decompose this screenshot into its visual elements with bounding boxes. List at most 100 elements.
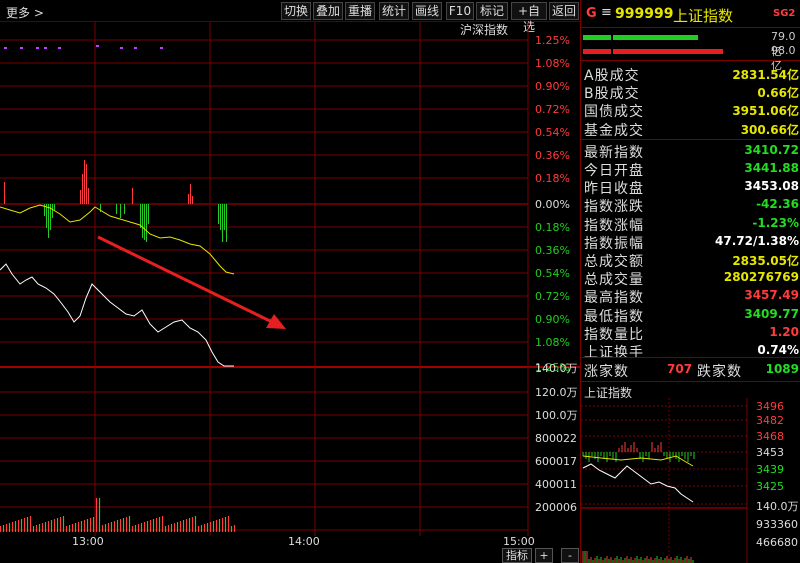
time-tick-label: 15:00 <box>503 535 535 548</box>
quote-row-label: 指数振幅 <box>584 235 644 252</box>
pct-tick-label: 0.36% <box>535 244 570 257</box>
mini-index-chart[interactable]: 34963482 3468 3453 3439 3425 140.0万 933360 4666… <box>581 398 800 563</box>
signal-dot <box>36 47 39 49</box>
signal-dot <box>120 47 123 49</box>
signal-dot <box>58 47 61 49</box>
time-tick-label: 14:00 <box>288 535 320 548</box>
statistics-button[interactable]: 统计 <box>379 2 409 20</box>
back-button[interactable]: 返回 <box>549 2 579 20</box>
pct-tick-label: 0.18% <box>535 221 570 234</box>
stock-code: 999999 <box>615 6 674 22</box>
pct-tick-label: 0.54% <box>535 126 570 139</box>
quote-row-label: 国债成交 <box>584 104 644 121</box>
more-link[interactable]: 更多 > <box>6 4 44 21</box>
signal-dot <box>160 47 163 49</box>
add-indicator-button[interactable]: + <box>535 548 553 563</box>
quote-row-value: 47.72/1.38% <box>715 233 799 248</box>
top-toolbar: 更多 > 切换 叠加 重播 统计 画线 F10 标记 +自选 返回 <box>0 0 580 34</box>
mini-price-label: 3496 <box>756 400 784 413</box>
remove-indicator-button[interactable]: - <box>561 548 579 563</box>
mark-button[interactable]: 标记 <box>476 2 508 20</box>
quote-row: 指数涨跌 -42.36 <box>581 196 800 216</box>
f10-button[interactable]: F10 <box>446 2 474 20</box>
quote-row-label: 指数涨跌 <box>584 199 644 216</box>
stock-name: 上证指数 <box>673 7 734 25</box>
quote-row: B股成交 0.66亿 <box>581 83 800 102</box>
volume-tick-label: 800022 <box>535 432 577 445</box>
quote-row: A股成交 2831.54亿 <box>581 65 800 84</box>
quote-row: 总成交量 280276769 <box>581 269 800 289</box>
quote-row-label: 上证换手 <box>584 345 644 361</box>
pct-tick-label: 0.90% <box>535 80 570 93</box>
quote-row-value: 2831.54亿 <box>732 68 799 82</box>
draw-line-button[interactable]: 画线 <box>412 2 442 20</box>
pct-tick-label: 1.08% <box>535 57 570 70</box>
time-tick-label: 13:00 <box>72 535 104 548</box>
panel-header: G ≡ 999999 上证指数 SG2 <box>581 0 800 28</box>
volume-bars <box>0 498 236 532</box>
trend-arrow <box>97 235 286 329</box>
quote-row-label: 昨日收盘 <box>584 181 644 198</box>
volume-tick-label: 200006 <box>535 501 577 514</box>
sell-strength-bar <box>583 49 723 54</box>
quote-row-value: 3453.08 <box>744 179 799 194</box>
quote-row-value: 0.74% <box>757 343 799 357</box>
quote-row-value: -1.23% <box>752 215 799 230</box>
quote-row-value: 1.20 <box>769 324 799 339</box>
quote-row-value: 280276769 <box>723 270 799 285</box>
quote-row-label: 总成交额 <box>584 254 644 270</box>
quote-row: 最低指数 3409.77 <box>581 306 800 325</box>
quote-row-label: 指数量比 <box>584 326 644 343</box>
pct-tick-label: 0.54% <box>535 267 570 280</box>
pct-tick-label: 1.25% <box>535 34 570 47</box>
overlay-button[interactable]: 叠加 <box>313 2 343 20</box>
down-count: 1089 <box>765 362 799 376</box>
quote-row: 昨日收盘 3453.08 <box>581 178 800 198</box>
quote-row: 总成交额 2835.05亿 <box>581 251 800 270</box>
signal-dot <box>96 45 99 47</box>
quote-row-label: 总成交量 <box>584 272 644 289</box>
quote-row: 最高指数 3457.49 <box>581 287 800 306</box>
pct-tick-label: 1.08% <box>535 336 570 349</box>
signal-dot <box>44 47 47 49</box>
pct-tick-label: 0.36% <box>535 149 570 162</box>
add-watchlist-button[interactable]: +自选 <box>511 2 547 34</box>
signal-dot <box>20 47 23 49</box>
quote-panel: G ≡ 999999 上证指数 SG2 79.0亿 98.0亿 A股成交 2831… <box>580 0 800 563</box>
sg-badge: SG2 <box>773 8 796 19</box>
buy-strength-bar <box>583 35 698 40</box>
quote-row-value: 3951.06亿 <box>732 104 799 119</box>
bottom-bar: 指标 + - <box>0 548 580 563</box>
mini-volume-label: 466680 <box>756 536 798 549</box>
mini-index-line <box>582 463 694 503</box>
menu-icon[interactable]: ≡ <box>601 5 612 20</box>
breadth-row: 涨家数 707 跌家数 1089 <box>581 361 800 380</box>
quote-row-label: A股成交 <box>584 68 640 84</box>
chart-grid <box>0 22 580 536</box>
quote-row-value: -42.36 <box>756 197 799 212</box>
group-badge: G <box>586 6 597 21</box>
mini-axis-labels: 34963482 3468 3453 3439 3425 140.0万 933360 4666… <box>756 400 799 549</box>
signal-dot <box>4 47 7 49</box>
quote-row: 指数量比 1.20 <box>581 324 800 343</box>
intraday-chart[interactable]: 沪深指数 1.25% 1.08% 0.90% 0.72% 0.54% 0.36% 0.18%… <box>0 22 580 548</box>
average-price-line <box>0 204 235 275</box>
index-label: 沪深指数 <box>460 22 508 37</box>
quote-row: 指数涨幅 -1.23% <box>581 215 800 234</box>
indicator-tab[interactable]: 指标 <box>502 548 532 563</box>
quote-row: 基金成交 300.66亿 <box>581 120 800 139</box>
replay-button[interactable]: 重播 <box>345 2 375 20</box>
up-count-label: 涨家数 <box>584 364 629 380</box>
quote-row-value: 3441.88 <box>744 161 799 175</box>
quote-row: 指数振幅 47.72/1.38% <box>581 233 800 252</box>
mini-price-label: 3425 <box>756 480 784 493</box>
quote-row-value: 3457.49 <box>744 288 799 303</box>
switch-button[interactable]: 切换 <box>281 2 311 20</box>
quote-row-label: 今日开盘 <box>584 163 644 179</box>
up-count: 707 <box>667 362 693 376</box>
pct-tick-label: 0.00% <box>535 198 570 211</box>
quote-row-label: 最新指数 <box>584 144 644 161</box>
mini-price-label: 3439 <box>756 463 784 476</box>
mini-price-label: 3453 <box>756 446 784 459</box>
percent-axis: 1.25% 1.08% 0.90% 0.72% 0.54% 0.36% 0.18% 0.00%… <box>535 34 570 374</box>
